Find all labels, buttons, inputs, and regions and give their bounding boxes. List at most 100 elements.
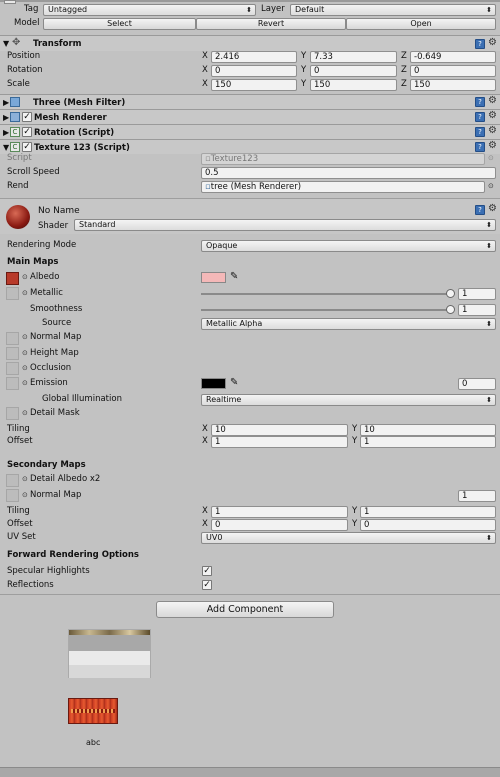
mesh-renderer-header[interactable]: ▶ ✓ Mesh Renderer ? ⚙	[0, 109, 500, 124]
texture-pattern	[71, 709, 115, 713]
position-y-field[interactable]: 7.33	[310, 51, 397, 63]
eyedropper-icon[interactable]: ✎	[230, 377, 238, 388]
uv-set-dropdown[interactable]: UV0 ⬍	[201, 532, 496, 544]
asset-thumbnail-abc[interactable]	[68, 698, 118, 724]
smoothness-slider-knob[interactable]	[446, 305, 455, 314]
secondary-normal-value-field[interactable]: 1	[458, 490, 496, 502]
help-icon[interactable]: ?	[475, 112, 485, 122]
main-offset-x-field[interactable]: 1	[211, 436, 348, 448]
secondary-offset-y-field[interactable]: 0	[360, 519, 496, 531]
metallic-texture-slot[interactable]	[6, 287, 19, 300]
height-map-texture-slot[interactable]	[6, 347, 19, 360]
normal-map-picker-icon[interactable]: ⊙	[22, 333, 28, 341]
top-strip	[0, 0, 500, 2]
shader-dropdown[interactable]: Standard ⬍	[74, 219, 496, 231]
axis-y-label: Y	[352, 519, 358, 529]
tag-dropdown[interactable]: Untagged ⬍	[43, 4, 256, 16]
transform-header[interactable]: ▼ ✥ Transform ? ⚙	[0, 35, 500, 51]
scale-y-field[interactable]: 150	[310, 79, 397, 91]
occlusion-texture-slot[interactable]	[6, 362, 19, 375]
metallic-value-field[interactable]: 1	[458, 288, 496, 300]
object-picker-icon[interactable]: ⊙	[488, 182, 494, 190]
rotation-z-field[interactable]: 0	[410, 65, 496, 77]
emission-color-swatch[interactable]	[201, 378, 226, 389]
detail-mask-picker-icon[interactable]: ⊙	[22, 409, 28, 417]
forward-rendering-heading: Forward Rendering Options	[7, 550, 139, 560]
albedo-color-swatch[interactable]	[201, 272, 226, 283]
main-offset-y-field[interactable]: 1	[360, 436, 496, 448]
smoothness-value-field[interactable]: 1	[458, 304, 496, 316]
help-icon[interactable]: ?	[475, 127, 485, 137]
tag-label: Tag	[24, 4, 39, 14]
foldout-arrow-icon[interactable]: ▶	[3, 98, 9, 107]
foldout-arrow-icon[interactable]: ▶	[3, 128, 9, 137]
uv-set-value: UV0	[206, 533, 223, 542]
help-icon[interactable]: ?	[475, 142, 485, 152]
help-icon[interactable]: ?	[475, 97, 485, 107]
chevron-down-icon: ⬍	[486, 242, 492, 250]
revert-button[interactable]: Revert	[196, 18, 346, 30]
gear-icon[interactable]: ⚙	[488, 96, 498, 106]
help-icon[interactable]: ?	[475, 205, 485, 215]
gear-icon[interactable]: ⚙	[488, 38, 498, 48]
open-button[interactable]: Open	[346, 18, 496, 30]
detail-mask-texture-slot[interactable]	[6, 407, 19, 420]
axis-y-label: Y	[352, 424, 358, 434]
secondary-normal-map-picker-icon[interactable]: ⊙	[22, 491, 28, 499]
foldout-arrow-icon[interactable]: ▶	[3, 113, 9, 122]
eyedropper-icon[interactable]: ✎	[230, 271, 238, 282]
reflections-checkbox[interactable]: ✓	[202, 580, 212, 590]
rotation-y-field[interactable]: 0	[310, 65, 397, 77]
secondary-normal-map-texture-slot[interactable]	[6, 489, 19, 502]
emission-texture-slot[interactable]	[6, 377, 19, 390]
metallic-slider-knob[interactable]	[446, 289, 455, 298]
rotation-x-field[interactable]: 0	[211, 65, 297, 77]
emission-value-field[interactable]: 0	[458, 378, 496, 390]
secondary-offset-x-field[interactable]: 0	[211, 519, 348, 531]
albedo-picker-icon[interactable]: ⊙	[22, 273, 28, 281]
position-z-field[interactable]: -0.649	[410, 51, 496, 63]
occlusion-picker-icon[interactable]: ⊙	[22, 364, 28, 372]
gear-icon[interactable]: ⚙	[488, 141, 498, 151]
mesh-filter-header[interactable]: ▶ Three (Mesh Filter) ? ⚙	[0, 94, 500, 109]
foldout-arrow-icon[interactable]: ▼	[3, 143, 9, 152]
axis-x-label: X	[202, 424, 208, 434]
add-component-button[interactable]: Add Component	[156, 601, 334, 618]
texture-script-enabled-checkbox[interactable]: ✓	[22, 142, 32, 152]
global-illumination-dropdown[interactable]: Realtime ⬍	[201, 394, 496, 406]
gear-icon[interactable]: ⚙	[488, 204, 498, 214]
specular-highlights-checkbox[interactable]: ✓	[202, 566, 212, 576]
metallic-picker-icon[interactable]: ⊙	[22, 289, 28, 297]
scroll-speed-field[interactable]: 0.5	[201, 167, 496, 179]
add-component-separator	[0, 594, 500, 595]
gear-icon[interactable]: ⚙	[488, 126, 498, 136]
detail-albedo-texture-slot[interactable]	[6, 474, 19, 487]
mesh-renderer-enabled-checkbox[interactable]: ✓	[22, 112, 32, 122]
gear-icon[interactable]: ⚙	[488, 111, 498, 121]
rotation-script-header[interactable]: ▶ C ✓ Rotation (Script) ? ⚙	[0, 124, 500, 139]
height-map-picker-icon[interactable]: ⊙	[22, 349, 28, 357]
bottom-bar	[0, 767, 500, 777]
select-button[interactable]: Select	[43, 18, 196, 30]
scale-x-field[interactable]: 150	[211, 79, 297, 91]
help-icon[interactable]: ?	[475, 39, 485, 49]
albedo-texture-slot[interactable]	[6, 272, 19, 285]
asset-thumbnail-tree-texture[interactable]	[68, 629, 151, 678]
source-dropdown[interactable]: Metallic Alpha ⬍	[201, 318, 496, 330]
metallic-slider-track[interactable]	[201, 293, 451, 295]
secondary-tiling-x-field[interactable]: 1	[211, 506, 348, 518]
rend-field[interactable]: ▫tree (Mesh Renderer)	[201, 181, 485, 193]
emission-picker-icon[interactable]: ⊙	[22, 379, 28, 387]
rendering-mode-dropdown[interactable]: Opaque ⬍	[201, 240, 496, 252]
axis-y-label: Y	[301, 51, 307, 61]
layer-dropdown[interactable]: Default ⬍	[290, 4, 496, 16]
secondary-tiling-y-field[interactable]: 1	[360, 506, 496, 518]
scale-z-field[interactable]: 150	[410, 79, 496, 91]
detail-albedo-picker-icon[interactable]: ⊙	[22, 475, 28, 483]
smoothness-slider-track[interactable]	[201, 309, 451, 311]
rend-value: tree (Mesh Renderer)	[210, 182, 302, 192]
normal-map-texture-slot[interactable]	[6, 332, 19, 345]
position-x-field[interactable]: 2.416	[211, 51, 297, 63]
rotation-enabled-checkbox[interactable]: ✓	[22, 127, 32, 137]
foldout-arrow-icon[interactable]: ▼	[3, 39, 9, 48]
